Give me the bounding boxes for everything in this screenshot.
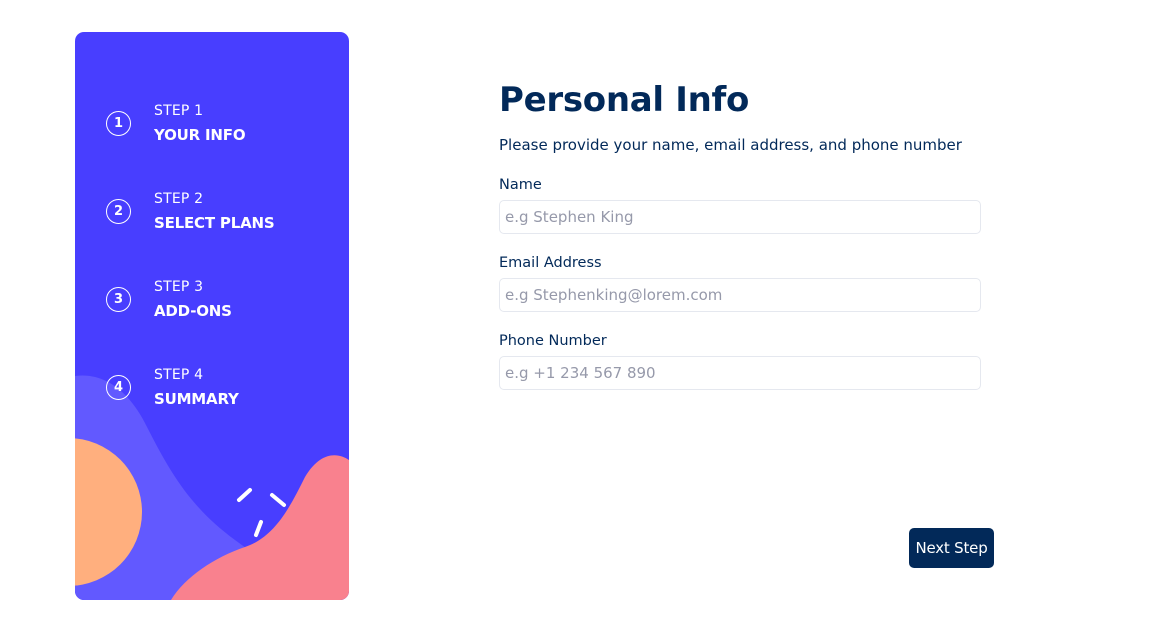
sparkle-line bbox=[237, 488, 252, 502]
step-item-your-info[interactable]: 1 STEP 1 YOUR INFO bbox=[106, 102, 246, 145]
step-item-add-ons[interactable]: 3 STEP 3 ADD-ONS bbox=[106, 278, 232, 321]
step-item-summary[interactable]: 4 STEP 4 SUMMARY bbox=[106, 366, 239, 409]
page-title: Personal Info bbox=[499, 80, 750, 120]
phone-label: Phone Number bbox=[499, 333, 607, 349]
step-text: STEP 1 YOUR INFO bbox=[154, 102, 246, 145]
step-title: SUMMARY bbox=[154, 390, 239, 408]
phone-field[interactable] bbox=[499, 356, 981, 390]
step-kicker: STEP 3 bbox=[154, 279, 204, 295]
step-kicker: STEP 1 bbox=[154, 103, 204, 119]
step-kicker: STEP 2 bbox=[154, 191, 204, 207]
step-text: STEP 3 ADD-ONS bbox=[154, 278, 232, 321]
step-number: 4 bbox=[106, 375, 131, 400]
sparkle-line bbox=[254, 520, 263, 537]
sparkle-line bbox=[270, 493, 286, 507]
name-label: Name bbox=[499, 177, 542, 193]
step-kicker: STEP 4 bbox=[154, 367, 204, 383]
step-title: YOUR INFO bbox=[154, 126, 246, 144]
step-item-select-plans[interactable]: 2 STEP 2 SELECT PLANS bbox=[106, 190, 275, 233]
page: 1 STEP 1 YOUR INFO 2 STEP 2 SELECT PLANS… bbox=[0, 0, 1162, 640]
sidebar: 1 STEP 1 YOUR INFO 2 STEP 2 SELECT PLANS… bbox=[75, 32, 349, 600]
next-step-button[interactable]: Next Step bbox=[909, 528, 994, 568]
email-label: Email Address bbox=[499, 255, 602, 271]
email-field[interactable] bbox=[499, 278, 981, 312]
step-text: STEP 4 SUMMARY bbox=[154, 366, 239, 409]
step-title: SELECT PLANS bbox=[154, 214, 275, 232]
step-number: 3 bbox=[106, 287, 131, 312]
main-content: Personal Info Please provide your name, … bbox=[499, 0, 999, 640]
step-number: 1 bbox=[106, 111, 131, 136]
page-subtitle: Please provide your name, email address,… bbox=[499, 136, 962, 154]
step-text: STEP 2 SELECT PLANS bbox=[154, 190, 275, 233]
name-field[interactable] bbox=[499, 200, 981, 234]
step-number: 2 bbox=[106, 199, 131, 224]
step-title: ADD-ONS bbox=[154, 302, 232, 320]
